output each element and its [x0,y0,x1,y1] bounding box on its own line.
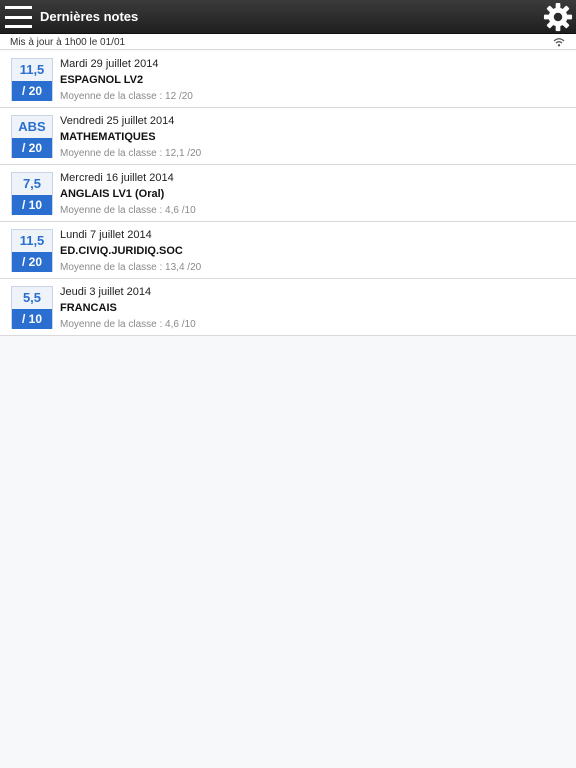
grade-value: 5,5 [12,287,52,309]
grade-value: 7,5 [12,173,52,195]
class-average: Moyenne de la classe : 13,4 /20 [60,262,202,273]
grade-row[interactable]: 5,5 / 10 Jeudi 3 juillet 2014 FRANCAIS M… [0,279,576,336]
top-bar: Dernières notes [0,0,576,34]
grade-subject: FRANCAIS [60,302,117,314]
grade-scale: / 20 [12,138,52,158]
last-update-text: Mis à jour à 1h00 le 01/01 [10,37,126,48]
grade-row[interactable]: ABS / 20 Vendredi 25 juillet 2014 MATHEM… [0,108,576,165]
page-title: Dernières notes [40,9,139,24]
grade-value: 11,5 [12,230,52,252]
grade-badge: 11,5 / 20 [11,58,53,101]
grade-date: Vendredi 25 juillet 2014 [60,115,175,127]
grade-scale: / 20 [12,252,52,272]
grade-subject: ANGLAIS LV1 (Oral) [60,188,165,200]
grade-row[interactable]: 11,5 / 20 Mardi 29 juillet 2014 ESPAGNOL… [0,51,576,108]
grade-badge: 7,5 / 10 [11,172,53,215]
grade-subject: ESPAGNOL LV2 [60,74,144,86]
grade-value: 11,5 [12,59,52,81]
grade-scale: / 20 [12,81,52,101]
grade-subject: MATHEMATIQUES [60,131,156,143]
class-average: Moyenne de la classe : 12,1 /20 [60,148,202,159]
grade-badge: ABS / 20 [11,115,53,158]
grade-date: Lundi 7 juillet 2014 [60,229,152,241]
grade-subject: ED.CIVIQ.JURIDIQ.SOC [60,245,183,257]
grade-scale: / 10 [12,195,52,215]
grade-value: ABS [12,116,52,138]
grade-badge: 5,5 / 10 [11,286,53,329]
wifi-icon [553,38,565,47]
gear-icon[interactable] [543,2,573,32]
grade-row[interactable]: 7,5 / 10 Mercredi 16 juillet 2014 ANGLAI… [0,165,576,222]
grade-date: Jeudi 3 juillet 2014 [60,286,152,298]
class-average: Moyenne de la classe : 12 /20 [60,91,193,102]
status-bar: Mis à jour à 1h00 le 01/01 [0,34,576,50]
class-average: Moyenne de la classe : 4,6 /10 [60,319,196,330]
class-average: Moyenne de la classe : 4,6 /10 [60,205,196,216]
grade-date: Mardi 29 juillet 2014 [60,58,159,70]
hamburger-menu-icon[interactable] [5,6,32,28]
grades-list: 11,5 / 20 Mardi 29 juillet 2014 ESPAGNOL… [0,51,576,336]
grade-badge: 11,5 / 20 [11,229,53,272]
grade-date: Mercredi 16 juillet 2014 [60,172,174,184]
grade-scale: / 10 [12,309,52,329]
grade-row[interactable]: 11,5 / 20 Lundi 7 juillet 2014 ED.CIVIQ.… [0,222,576,279]
